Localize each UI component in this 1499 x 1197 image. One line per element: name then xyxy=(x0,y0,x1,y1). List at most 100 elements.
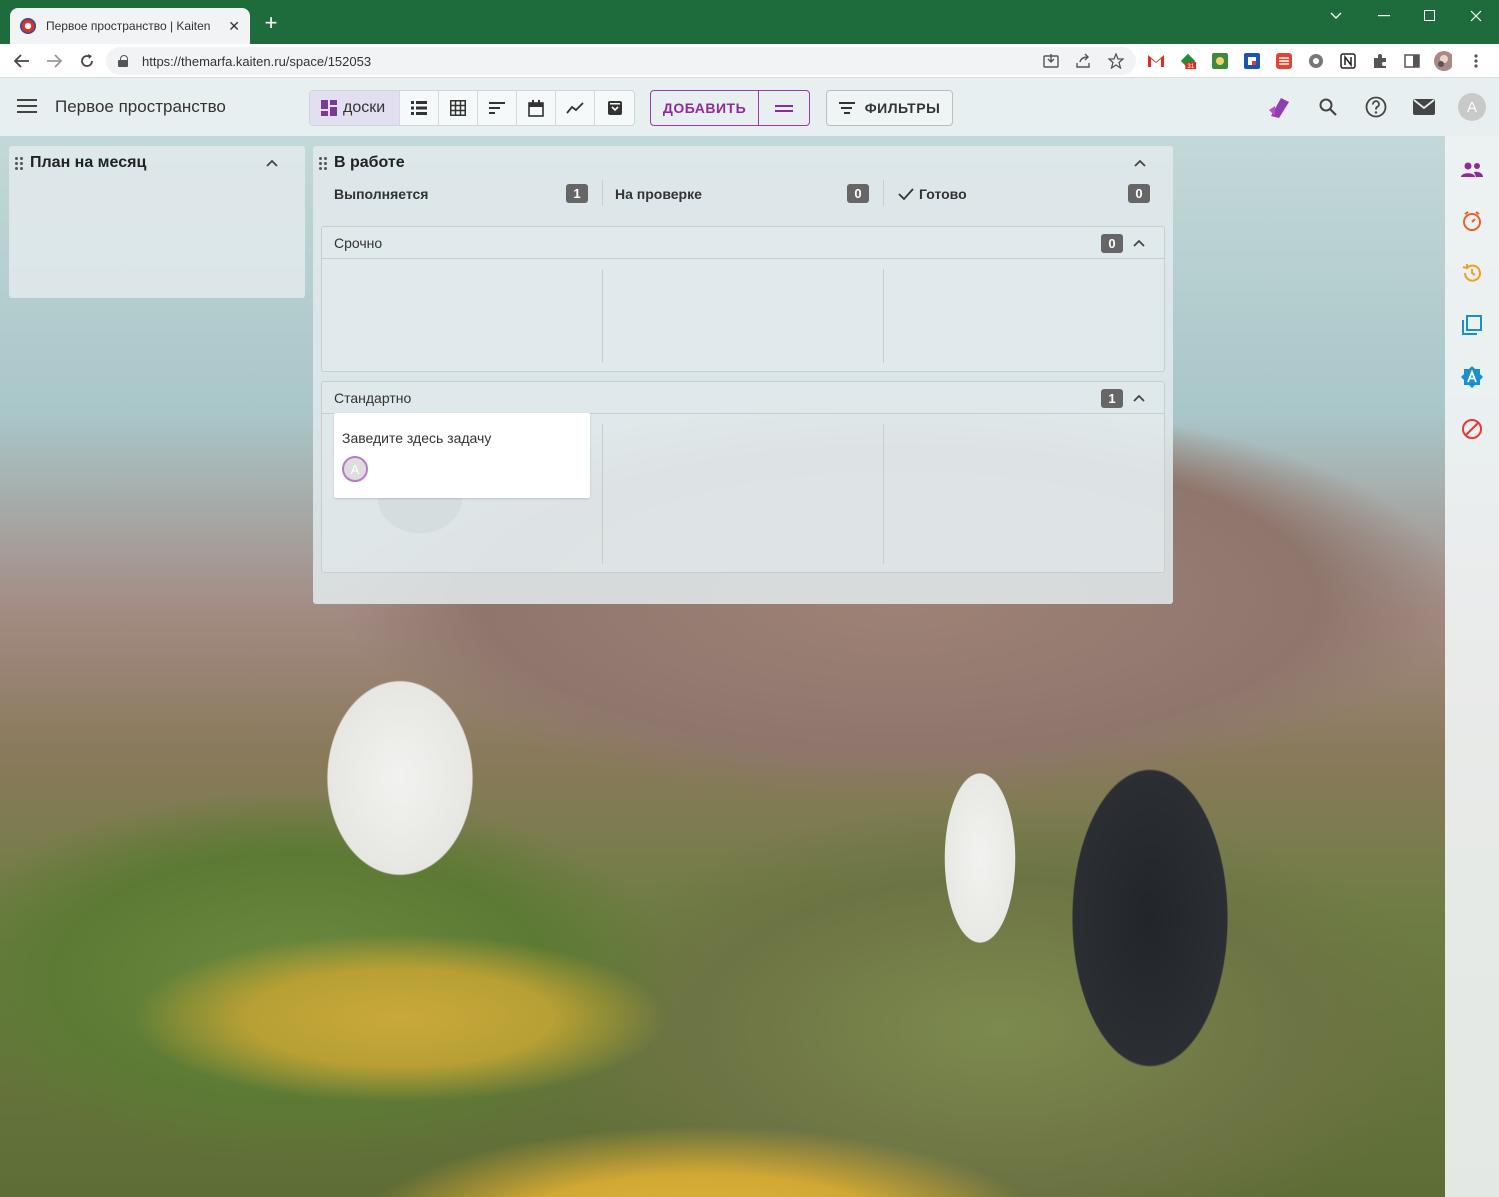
view-switcher: доски xyxy=(309,90,635,126)
menu-icon[interactable] xyxy=(17,99,37,113)
cell-divider xyxy=(602,424,603,564)
space-title: Первое пространство xyxy=(55,97,226,116)
chart-line-icon xyxy=(566,102,584,114)
cell-divider xyxy=(602,269,603,363)
history-icon[interactable] xyxy=(1460,261,1484,285)
browser-tab[interactable]: Первое пространство | Kaiten ✕ xyxy=(10,8,250,44)
search-icon[interactable] xyxy=(1316,95,1340,119)
extension-gray-circle-icon[interactable] xyxy=(1307,52,1325,70)
notion-extension-icon[interactable] xyxy=(1339,52,1357,70)
extension-green-icon[interactable] xyxy=(1211,52,1229,70)
drag-handle-icon[interactable] xyxy=(15,157,23,170)
collapse-chevron-icon[interactable] xyxy=(265,156,279,170)
kaiten-logo-icon[interactable] xyxy=(1267,95,1291,119)
board-in-progress: В работе Выполняется 1 На проверке 0 Гот… xyxy=(313,146,1173,604)
url-text: https://themarfa.kaiten.ru/space/152053 xyxy=(142,53,372,69)
back-icon[interactable] xyxy=(9,48,35,74)
minimize-icon[interactable] xyxy=(1361,0,1407,32)
view-table-button[interactable] xyxy=(439,91,478,125)
calendar-icon xyxy=(528,99,544,117)
side-panel-icon[interactable] xyxy=(1403,52,1421,70)
right-sidebar xyxy=(1445,136,1499,1197)
task-card[interactable]: Заведите здесь задачу A xyxy=(334,413,590,498)
board-title: В работе xyxy=(334,154,405,171)
column-count-badge: 0 xyxy=(1128,184,1150,203)
column-divider xyxy=(883,180,884,206)
view-boards-button[interactable]: доски xyxy=(310,91,400,125)
blocked-icon[interactable] xyxy=(1460,417,1484,441)
copy-board-icon[interactable] xyxy=(1460,313,1484,337)
browser-menu-icon[interactable] xyxy=(1467,52,1485,70)
archive-icon xyxy=(607,101,622,115)
column-header[interactable]: На проверке xyxy=(615,182,702,206)
swimlane-urgent: Срочно 0 xyxy=(321,226,1165,372)
extension-blue-icon[interactable] xyxy=(1243,52,1261,70)
cell-divider xyxy=(883,424,884,564)
close-window-icon[interactable] xyxy=(1453,0,1499,32)
swimlane-count-badge: 1 xyxy=(1101,389,1123,408)
view-archive-button[interactable] xyxy=(595,91,634,125)
timer-icon[interactable] xyxy=(1460,209,1484,233)
automation-badge-icon[interactable] xyxy=(1460,365,1484,389)
browser-titlebar: Первое пространство | Kaiten ✕ + xyxy=(0,0,1499,44)
gmail-extension-icon[interactable] xyxy=(1147,52,1165,70)
column-name: Готово xyxy=(919,186,967,202)
address-bar: https://themarfa.kaiten.ru/space/152053 … xyxy=(0,44,1499,78)
calendar-extension-icon[interactable]: 31 xyxy=(1179,52,1197,70)
filters-label: ФИЛЬТРЫ xyxy=(864,100,941,116)
add-button-group: ДОБАВИТЬ xyxy=(650,90,810,126)
tab-search-icon[interactable] xyxy=(1313,0,1359,32)
collapse-chevron-icon[interactable] xyxy=(1132,236,1146,250)
sort-icon xyxy=(489,102,505,114)
collapse-chevron-icon[interactable] xyxy=(1132,391,1146,405)
share-icon[interactable] xyxy=(1074,52,1092,70)
column-name: На проверке xyxy=(615,186,702,202)
column-count-badge: 0 xyxy=(847,184,869,203)
card-title: Заведите здесь задачу xyxy=(342,430,492,446)
kaiten-app: Первое пространство доски ДОБАВИТЬ ФИЛЬТ… xyxy=(0,78,1499,1197)
board-title: План на месяц xyxy=(30,154,147,171)
reload-icon[interactable] xyxy=(74,48,100,74)
add-options-icon[interactable] xyxy=(759,91,809,125)
new-tab-button[interactable]: + xyxy=(260,12,282,34)
view-reports-button[interactable] xyxy=(556,91,595,125)
extensions-puzzle-icon[interactable] xyxy=(1371,52,1389,70)
mail-icon[interactable] xyxy=(1412,95,1436,119)
filters-button[interactable]: ФИЛЬТРЫ xyxy=(826,90,953,126)
swimlane-count-badge: 0 xyxy=(1101,234,1123,253)
view-timeline-button[interactable] xyxy=(478,91,517,125)
card-member-avatar[interactable]: A xyxy=(342,456,368,482)
swimlane-header[interactable]: Стандартно 1 xyxy=(322,382,1164,414)
url-field[interactable]: https://themarfa.kaiten.ru/space/152053 xyxy=(106,47,1136,75)
cell-divider xyxy=(883,269,884,363)
list-icon xyxy=(411,101,427,115)
column-count-badge: 1 xyxy=(566,184,588,203)
app-header: Первое пространство доски ДОБАВИТЬ ФИЛЬТ… xyxy=(0,78,1499,136)
swimlane-title: Срочно xyxy=(334,235,383,251)
todoist-extension-icon[interactable] xyxy=(1275,52,1293,70)
column-header[interactable]: Выполняется xyxy=(334,182,428,206)
swimlane-header[interactable]: Срочно 0 xyxy=(322,227,1164,259)
column-header[interactable]: Готово xyxy=(898,182,967,206)
install-app-icon[interactable] xyxy=(1042,52,1060,70)
drag-handle-icon[interactable] xyxy=(319,157,327,170)
view-boards-label: доски xyxy=(343,99,386,116)
bookmark-star-icon[interactable] xyxy=(1107,52,1125,70)
maximize-icon[interactable] xyxy=(1407,0,1453,32)
view-list-button[interactable] xyxy=(400,91,439,125)
forward-icon[interactable] xyxy=(41,48,67,74)
board-plan: План на месяц xyxy=(9,146,305,298)
column-name: Выполняется xyxy=(334,186,429,202)
help-icon[interactable] xyxy=(1364,95,1388,119)
users-icon[interactable] xyxy=(1460,158,1484,182)
add-button[interactable]: ДОБАВИТЬ xyxy=(651,91,759,125)
checkmark-icon xyxy=(898,188,914,201)
view-calendar-button[interactable] xyxy=(517,91,556,125)
svg-text:31: 31 xyxy=(1187,63,1195,70)
profile-avatar-icon[interactable] xyxy=(1434,51,1452,71)
collapse-chevron-icon[interactable] xyxy=(1133,156,1147,170)
table-icon xyxy=(450,100,466,116)
tab-close-icon[interactable]: ✕ xyxy=(228,18,240,35)
user-avatar[interactable]: A xyxy=(1458,93,1486,121)
lock-icon xyxy=(118,55,128,67)
